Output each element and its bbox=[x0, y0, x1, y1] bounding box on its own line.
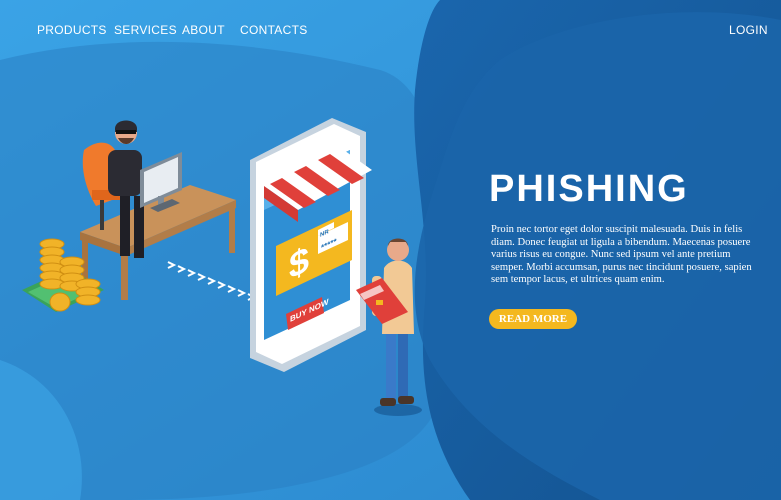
money-stack-icon bbox=[22, 238, 104, 312]
data-flow-arrows-icon bbox=[167, 261, 257, 301]
landing-page: PRODUCTS SERVICES ABOUT CONTACTS LOGIN $… bbox=[0, 0, 781, 500]
customer-icon bbox=[372, 238, 422, 416]
hero-description: Proin nec tortor eget dolor suscipit mal… bbox=[491, 224, 752, 286]
computer-monitor-icon bbox=[140, 152, 182, 212]
read-more-button[interactable]: READ MORE bbox=[489, 309, 577, 329]
page-title: PHISHING bbox=[489, 168, 689, 210]
